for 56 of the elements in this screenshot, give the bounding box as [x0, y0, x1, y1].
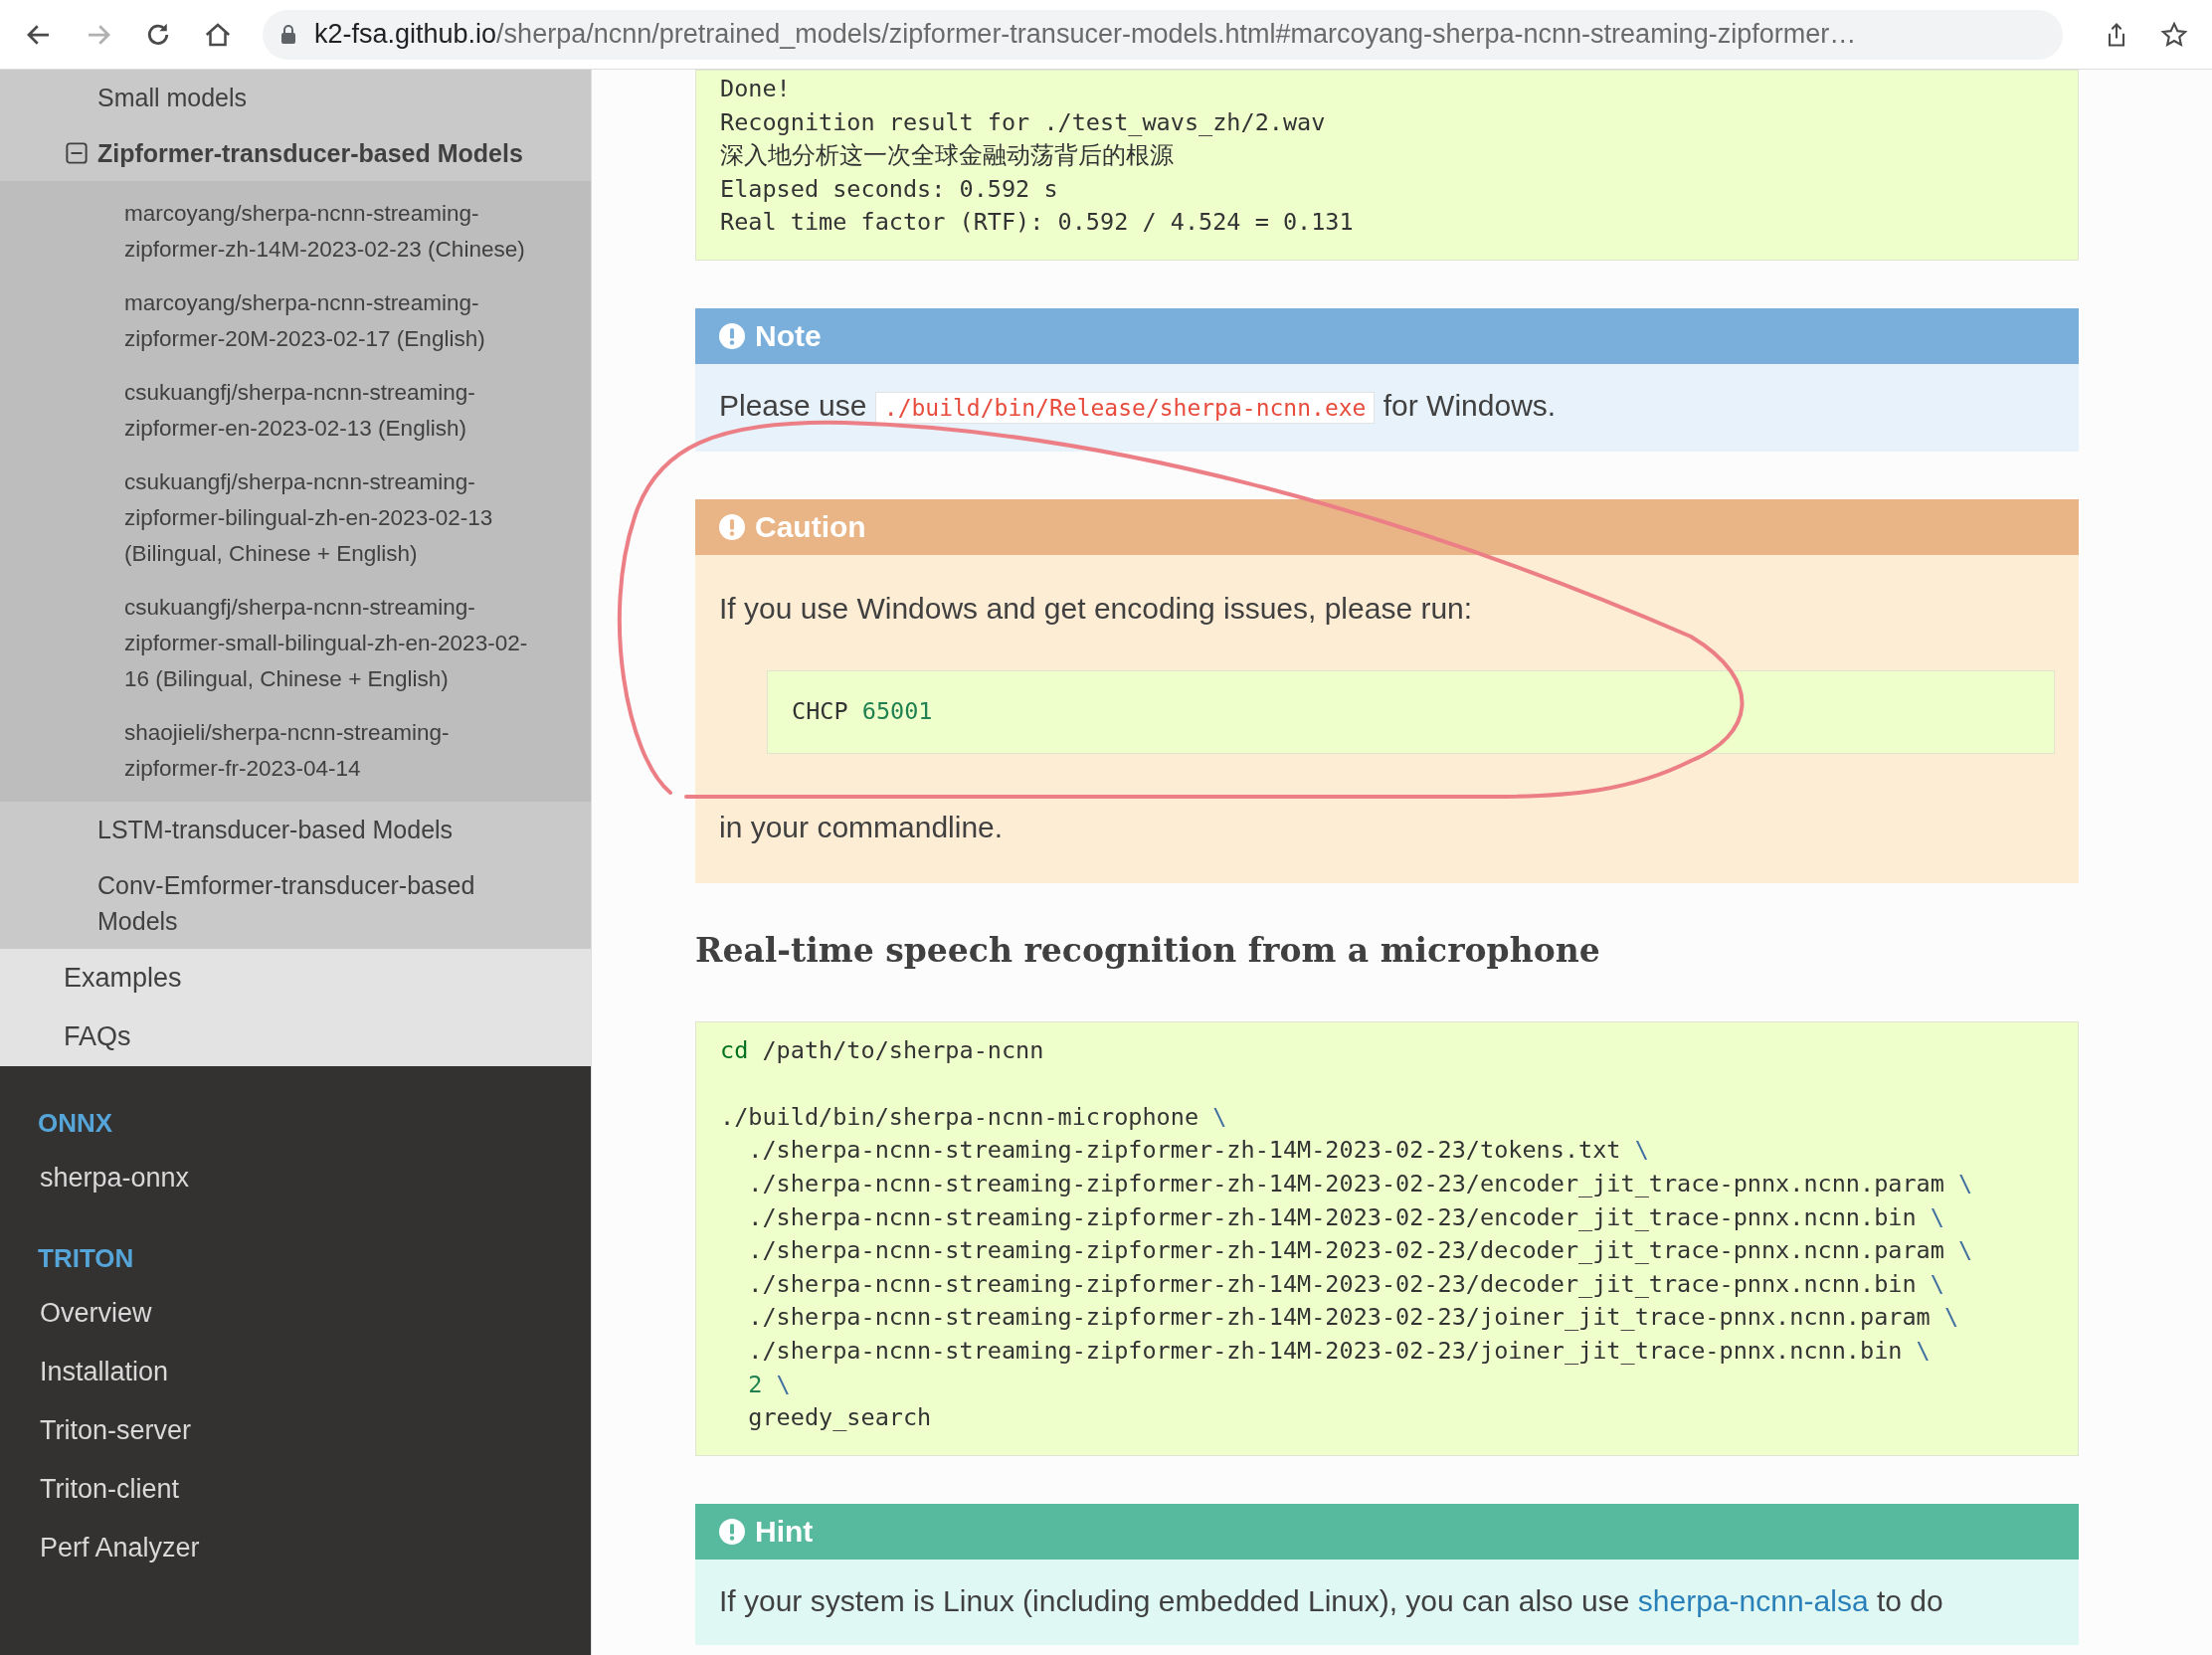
sidebar-link[interactable]: Installation: [0, 1343, 591, 1401]
code-line: ./sherpa-ncnn-streaming-zipformer-zh-14M-2023-02-23/joiner_jit_trace-pnnx.ncnn.bin \: [747, 1335, 1932, 1367]
sidebar-link[interactable]: Triton-client: [0, 1460, 591, 1519]
sidebar-link[interactable]: Conv-Emformer-transducer-based Models: [0, 857, 591, 949]
admonition-text: If you use Windows and get encoding issues, please run:: [719, 590, 1474, 627]
lock-icon: [280, 24, 296, 45]
admonition-title: Caution: [755, 509, 866, 544]
sidebar-link[interactable]: Zipformer-transducer-based Models: [0, 125, 591, 181]
code-line: 2 \: [747, 1369, 792, 1400]
sidebar-link[interactable]: sherpa-onnx: [0, 1149, 591, 1207]
code-line: Real time factor (RTF): 0.592 / 4.524 = 0.131: [720, 207, 1355, 239]
code-line: ./build/bin/sherpa-ncnn-microphone \: [720, 1101, 1228, 1133]
code-line: CHCP 65001: [792, 695, 934, 727]
admonition-title: Hint: [755, 1514, 814, 1549]
code-line: cd /path/to/sherpa-ncnn: [720, 1034, 1045, 1066]
sidebar-link[interactable]: LSTM-transducer-based Models: [0, 802, 591, 857]
code-line: ./sherpa-ncnn-streaming-zipformer-zh-14M-2023-02-23/tokens.txt \: [747, 1135, 1650, 1167]
code-line: Elapsed seconds: 0.592 s: [720, 173, 1059, 205]
url-text: k2-fsa.github.io/sherpa/ncnn/pretrained_models/zipformer-transucer-models.html#marcoyang-sherpa-ncnn-streaming-zipformer…: [314, 19, 1857, 50]
sidebar-link[interactable]: FAQs: [0, 1008, 591, 1066]
sidebar-link[interactable]: Overview: [0, 1284, 591, 1343]
sidebar-caption: ONNX: [37, 1107, 114, 1140]
sidebar-link[interactable]: Triton-server: [0, 1401, 591, 1460]
sidebar-link[interactable]: marcoyang/sherpa-ncnn-streaming-zipformer-zh-14M-2023-02-23 (Chinese): [0, 187, 591, 276]
sidebar-link[interactable]: Perf Analyzer: [0, 1519, 591, 1577]
sidebar-link[interactable]: csukuangfj/sherpa-ncnn-streaming-zipformer-bilingual-zh-en-2023-02-13 (Bilingual, Chinese + English): [0, 456, 591, 581]
sidebar-link[interactable]: Examples: [0, 949, 591, 1008]
collapse-icon[interactable]: [66, 142, 88, 164]
code-line: ./sherpa-ncnn-streaming-zipformer-zh-14M-2023-02-23/decoder_jit_trace-pnnx.ncnn.param \: [747, 1235, 1974, 1267]
sidebar-link[interactable]: csukuangfj/sherpa-ncnn-streaming-zipformer-small-bilingual-zh-en-2023-02-16 (Bilingual, Chinese + English): [0, 581, 591, 706]
code-line: ./sherpa-ncnn-streaming-zipformer-zh-14M-2023-02-23/encoder_jit_trace-pnnx.ncnn.bin \: [747, 1201, 1945, 1233]
sidebar-link[interactable]: csukuangfj/sherpa-ncnn-streaming-zipformer-en-2023-02-13 (English): [0, 366, 591, 456]
code-line: 深入地分析这一次全球金融动荡背后的根源: [720, 140, 1175, 172]
sidebar-link[interactable]: marcoyang/sherpa-ncnn-streaming-zipformer-20M-2023-02-17 (English): [0, 276, 591, 366]
exclamation-icon: [719, 322, 745, 349]
code-line: ./sherpa-ncnn-streaming-zipformer-zh-14M-2023-02-23/encoder_jit_trace-pnnx.ncnn.param \: [747, 1168, 1974, 1199]
inline-code: ./build/bin/Release/sherpa-ncnn.exe: [874, 391, 1376, 424]
code-line: greedy_search: [747, 1402, 933, 1434]
link[interactable]: sherpa-ncnn-alsa: [1637, 1583, 1869, 1617]
star-icon[interactable]: [2160, 20, 2188, 49]
admonition-text: If your system is Linux (including embedded Linux), you can also use sherpa-ncnn-alsa to do: [719, 1582, 1944, 1619]
admonition-text: Please use ./build/bin/Release/sherpa-ncnn.exe for Windows.: [719, 387, 1558, 426]
admonition-text: in your commandline.: [719, 809, 1005, 845]
code-line: Done!: [720, 74, 792, 104]
code-line: ./sherpa-ncnn-streaming-zipformer-zh-14M-2023-02-23/joiner_jit_trace-pnnx.ncnn.param \: [747, 1302, 1960, 1334]
exclamation-icon: [719, 1518, 745, 1545]
address-bar[interactable]: k2-fsa.github.io/sherpa/ncnn/pretrained_models/zipformer-transucer-models.html#marcoyang-sherpa-ncnn-streaming-zipformer…: [263, 9, 2063, 60]
code-line: Recognition result for ./test_wavs_zh/2.wav: [720, 106, 1327, 138]
sidebar-link-label[interactable]: Zipformer-transducer-based Models: [97, 135, 523, 171]
sidebar-link[interactable]: shaojieli/sherpa-ncnn-streaming-zipformer-fr-2023-04-14: [0, 706, 591, 796]
exclamation-icon: [719, 513, 745, 540]
admonition-title: Note: [755, 318, 822, 353]
code-line: ./sherpa-ncnn-streaming-zipformer-zh-14M-2023-02-23/decoder_jit_trace-pnnx.ncnn.bin \: [747, 1268, 1945, 1300]
section-heading: Real-time speech recognition from a microphone: [695, 930, 1601, 970]
sidebar-caption: TRITON: [37, 1242, 135, 1275]
sidebar-link[interactable]: Small models: [0, 70, 591, 125]
